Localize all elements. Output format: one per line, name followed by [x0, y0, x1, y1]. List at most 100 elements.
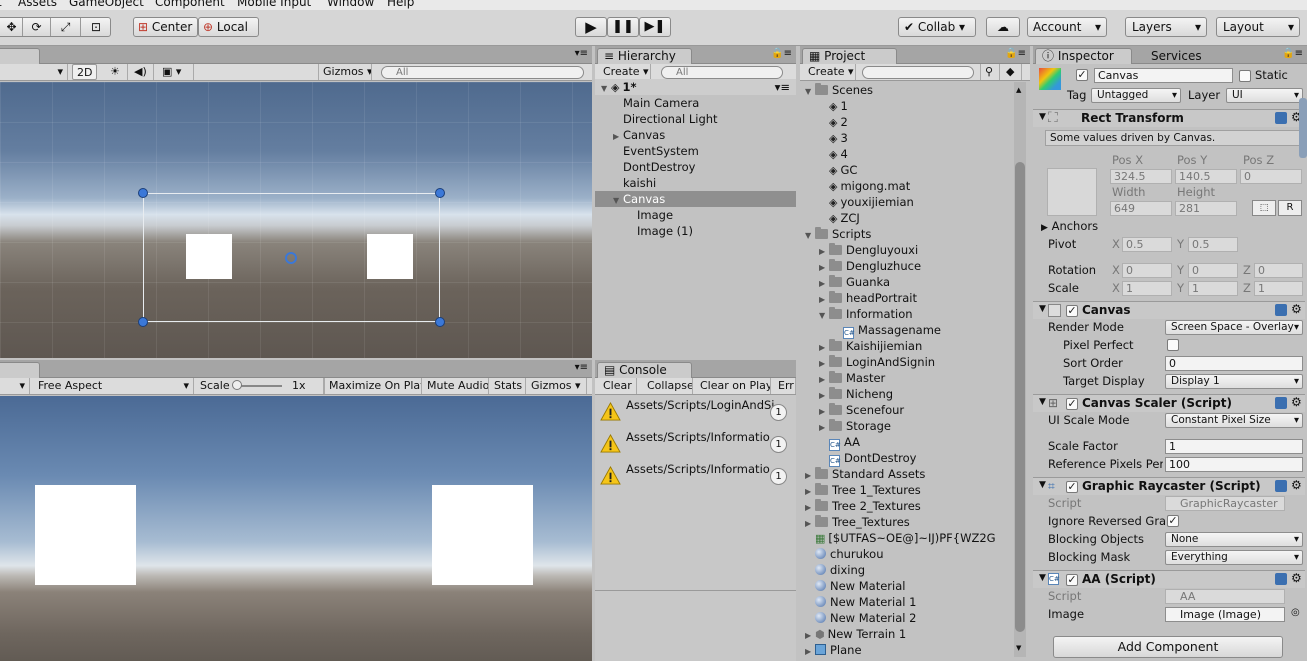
project-create-button[interactable]: Create ▾	[804, 64, 856, 80]
2d-toggle[interactable]: 2D	[72, 64, 97, 80]
aa-enabled-checkbox[interactable]: ✓	[1066, 574, 1078, 586]
static-checkbox[interactable]	[1239, 70, 1251, 82]
pivot-center-button[interactable]: ⊞ Center	[133, 17, 198, 37]
console-error-pause-button[interactable]: Err	[774, 378, 796, 394]
blueprint-mode-button[interactable]: ⬚	[1252, 200, 1276, 216]
foldout-icon[interactable]: ▼	[1039, 304, 1046, 314]
rect-pivot-handle[interactable]	[285, 252, 297, 264]
settings-gear-icon[interactable]: ⚙	[1291, 571, 1302, 585]
foldout-icon[interactable]: ▼	[1039, 397, 1046, 407]
account-dropdown[interactable]: Account ▾	[1027, 17, 1107, 37]
raycaster-enabled-checkbox[interactable]: ✓	[1066, 481, 1078, 493]
object-name-field[interactable]: Canvas	[1094, 68, 1233, 83]
menu-item-edit[interactable]: t	[0, 0, 2, 9]
project-item[interactable]: ▶ headPortrait	[800, 290, 1014, 306]
aa-image-field[interactable]: Image (Image)	[1165, 607, 1285, 622]
posz-field[interactable]: 0	[1240, 169, 1302, 184]
project-item[interactable]: dixing	[800, 562, 1014, 578]
project-item[interactable]: New Material	[800, 578, 1014, 594]
menu-item-help[interactable]: Help	[387, 0, 414, 9]
project-item[interactable]: New Material 1	[800, 594, 1014, 610]
active-checkbox[interactable]: ✓	[1076, 69, 1088, 81]
hierarchy-item[interactable]: Image (1)	[595, 223, 796, 239]
foldout-icon[interactable]: ▼	[1039, 112, 1046, 122]
project-item[interactable]: ▦ [$UTFAS~OE@]~IJ)PF{WZ2G	[800, 530, 1014, 546]
project-item[interactable]: ▼ Scripts	[800, 226, 1014, 242]
rect-tool-icon[interactable]: ⊡	[81, 18, 110, 36]
lock-icon[interactable]: 🔒≡	[1282, 48, 1303, 59]
add-component-button[interactable]: Add Component	[1053, 636, 1283, 658]
project-item[interactable]: ◈ 2	[800, 114, 1014, 130]
posy-field[interactable]: 140.5	[1175, 169, 1237, 184]
effects-toggle-icon[interactable]: ▣ ▾	[158, 64, 194, 80]
render-mode-dropdown[interactable]: Screen Space - Overlay	[1165, 320, 1303, 335]
project-item[interactable]: ◈ migong.mat	[800, 178, 1014, 194]
shading-mode-dropdown[interactable]: ▾	[0, 64, 68, 80]
project-item[interactable]: churukou	[800, 546, 1014, 562]
scene-viewport[interactable]	[0, 82, 592, 358]
settings-gear-icon[interactable]: ⚙	[1291, 478, 1302, 492]
hierarchy-search-input[interactable]: All	[661, 66, 783, 79]
menu-item-component[interactable]: Component	[155, 0, 225, 9]
console-message[interactable]: Assets/Scripts/Informatio 1	[595, 428, 796, 460]
pivot-y-field[interactable]: 0.5	[1188, 237, 1238, 252]
project-item[interactable]: ▼ Information	[800, 306, 1014, 322]
project-item[interactable]: ▶ LoginAndSignin	[800, 354, 1014, 370]
project-item[interactable]: ◈ youxijiemian	[800, 194, 1014, 210]
display-dropdown[interactable]: ▾	[0, 378, 30, 394]
scale-factor-field[interactable]: 1	[1165, 439, 1303, 454]
blocking-objects-dropdown[interactable]: None	[1165, 532, 1303, 547]
rect-handle-bottom-right[interactable]	[435, 317, 445, 327]
console-message[interactable]: Assets/Scripts/LoginAndSi 1	[595, 396, 796, 428]
project-item[interactable]: New Material 2	[800, 610, 1014, 626]
scroll-down-icon[interactable]: ▼	[1016, 644, 1021, 652]
raw-edit-button[interactable]: R	[1278, 200, 1302, 216]
hierarchy-create-button[interactable]: Create ▾	[599, 64, 651, 80]
scene-tab[interactable]	[0, 48, 40, 64]
game-gizmos-dropdown[interactable]: Gizmos ▾	[527, 378, 587, 394]
foldout-collapsed-icon[interactable]: ▶	[805, 644, 815, 660]
scale-slider-thumb[interactable]	[232, 380, 242, 390]
layer-dropdown[interactable]: UI	[1226, 88, 1303, 103]
console-clear-on-play-button[interactable]: Clear on Play	[696, 378, 771, 394]
project-item[interactable]: ▶ ⬢ New Terrain 1	[800, 626, 1014, 642]
panel-menu-icon[interactable]: ▾≡	[575, 362, 588, 373]
canvas-enabled-checkbox[interactable]: ✓	[1066, 305, 1078, 317]
project-item[interactable]: ▶ Tree 2_Textures	[800, 498, 1014, 514]
graphic-raycaster-header[interactable]: ▼ ⌗ ✓ Graphic Raycaster (Script) ⚙	[1033, 477, 1305, 495]
mute-audio-toggle[interactable]: Mute Audio	[423, 378, 489, 394]
scroll-up-icon[interactable]: ▲	[1016, 86, 1021, 94]
project-item[interactable]: ◈ 1	[800, 98, 1014, 114]
services-tab[interactable]: Services	[1151, 49, 1202, 63]
project-item[interactable]: ▶ Kaishijiemian	[800, 338, 1014, 354]
inspector-tab[interactable]: ⓘ Inspector	[1035, 48, 1132, 64]
project-item[interactable]: ▶ Standard Assets	[800, 466, 1014, 482]
object-picker-icon[interactable]: ◎	[1291, 607, 1300, 618]
project-item[interactable]: ▶ Dengluzhuce	[800, 258, 1014, 274]
move-tool-icon[interactable]: ✥	[1, 18, 23, 36]
project-item[interactable]: ▶ Storage	[800, 418, 1014, 434]
maximize-on-play-toggle[interactable]: Maximize On Play	[324, 378, 422, 394]
cloud-button[interactable]: ☁	[986, 17, 1020, 37]
scene-image-left[interactable]	[186, 234, 232, 279]
posx-field[interactable]: 324.5	[1110, 169, 1172, 184]
project-item[interactable]: ▶ Guanka	[800, 274, 1014, 290]
lighting-toggle-icon[interactable]: ☀	[106, 64, 128, 80]
rotate-tool-icon[interactable]: ⟳	[23, 18, 51, 36]
blocking-mask-dropdown[interactable]: Everything	[1165, 550, 1303, 565]
reference-pixels-field[interactable]: 100	[1165, 457, 1303, 472]
hierarchy-item[interactable]: Main Camera	[595, 95, 796, 111]
menu-item-mobile-input[interactable]: Mobile Input	[237, 0, 311, 9]
pixel-perfect-checkbox[interactable]	[1167, 339, 1179, 351]
project-item[interactable]: C# Massagename	[800, 322, 1014, 339]
console-collapse-button[interactable]: Collapse	[643, 378, 693, 394]
collab-button[interactable]: ✔ Collab ▾	[898, 17, 976, 37]
scale-x-field[interactable]: 1	[1122, 281, 1172, 296]
project-search-input[interactable]	[862, 66, 974, 79]
console-clear-button[interactable]: Clear	[599, 378, 637, 394]
help-icon[interactable]	[1275, 573, 1287, 585]
project-item[interactable]: ◈ 3	[800, 130, 1014, 146]
aa-script-header[interactable]: ▼ C# ✓ AA (Script) ⚙	[1033, 570, 1305, 588]
game-viewport[interactable]	[0, 396, 592, 661]
panel-menu-icon[interactable]: ▾≡	[575, 48, 588, 59]
